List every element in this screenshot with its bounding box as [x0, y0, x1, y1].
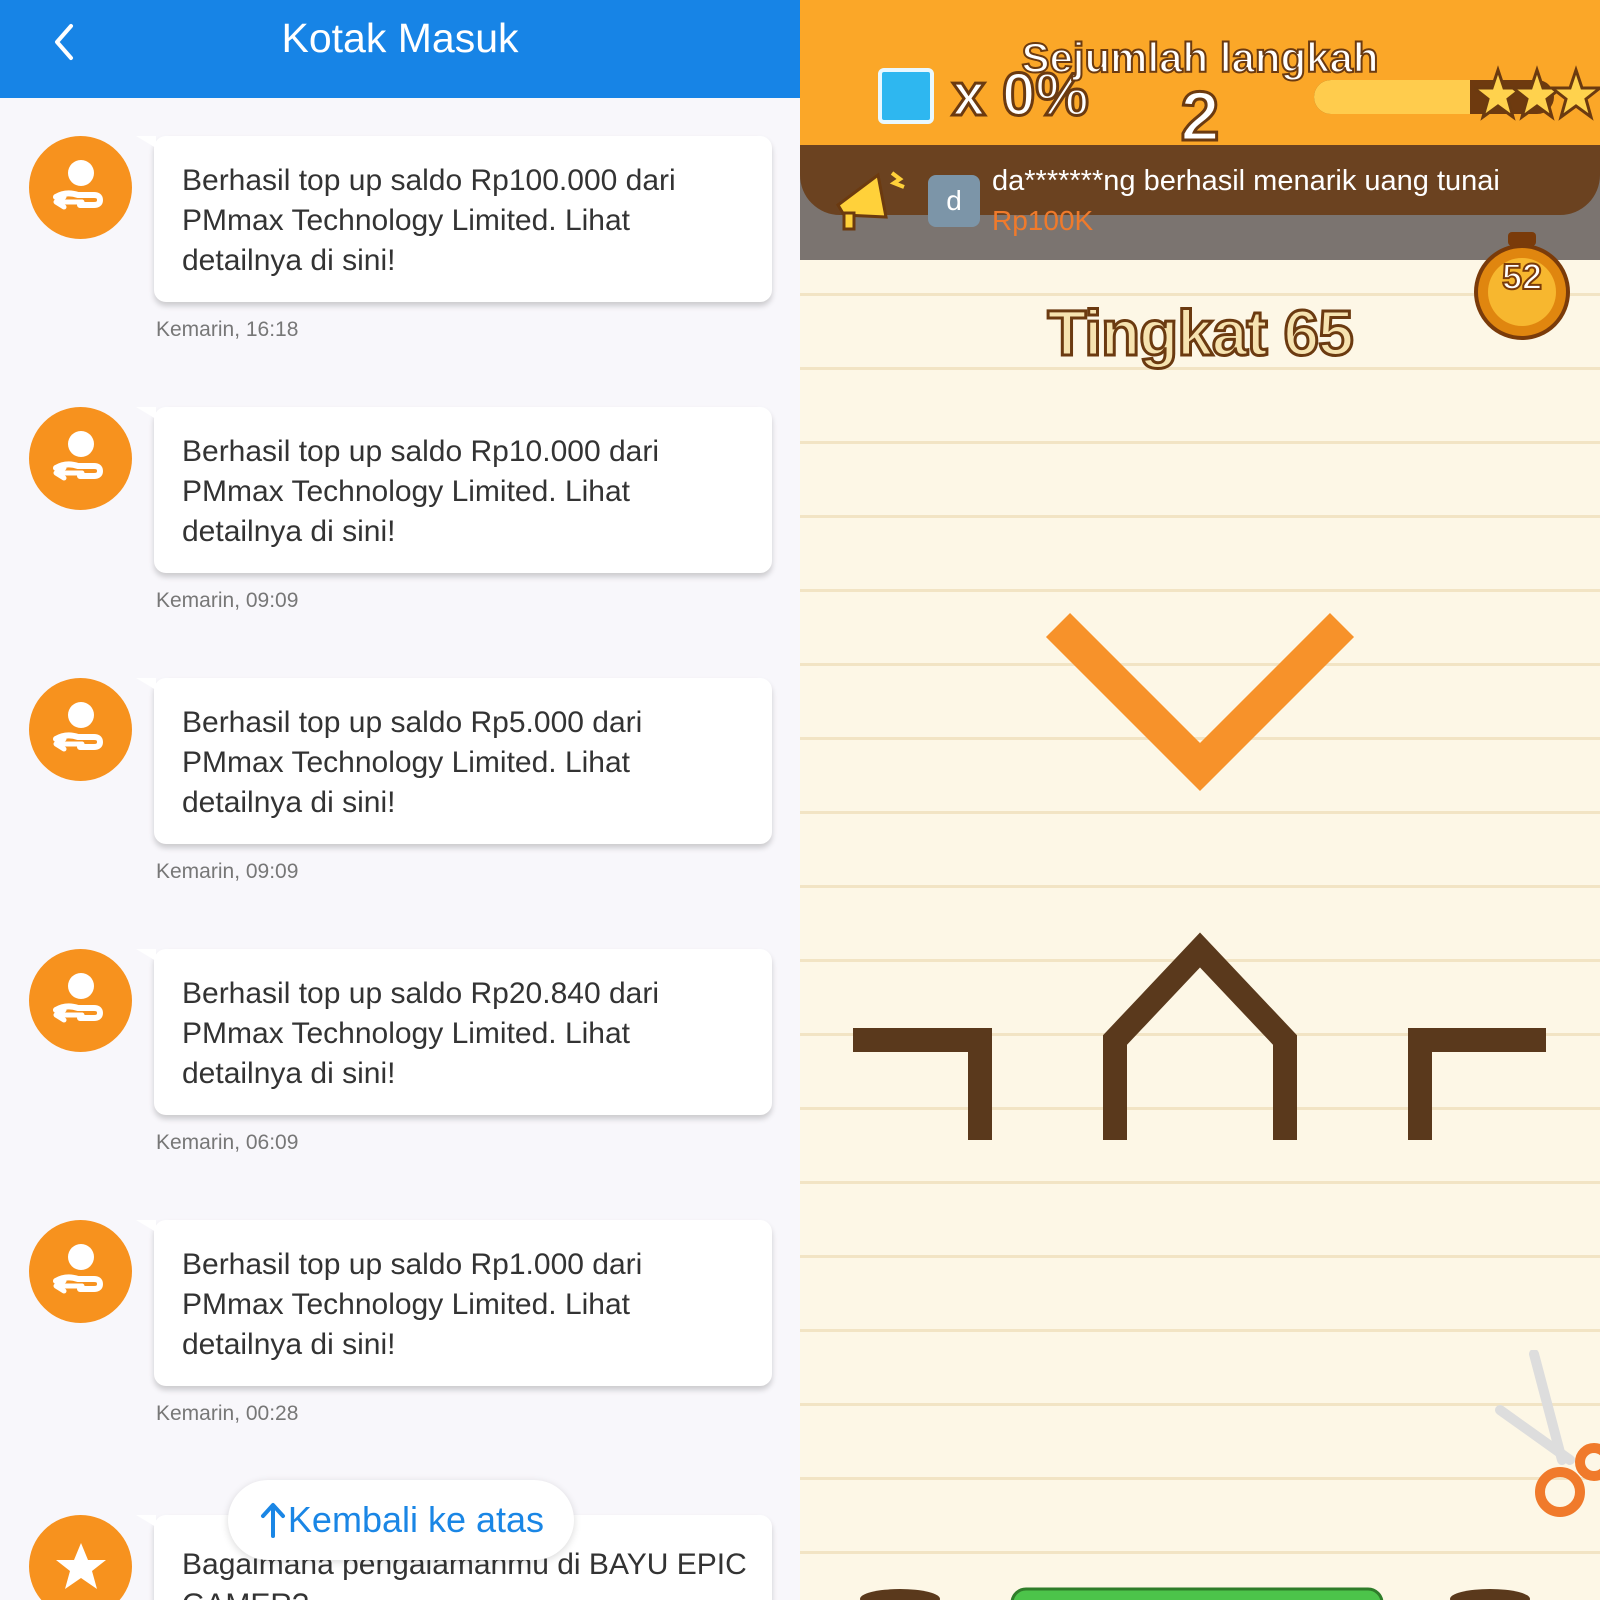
message-bubble[interactable]: Berhasil top up saldo Rp1.000 dari PMmax… [136, 1220, 772, 1386]
message-avatar [29, 949, 132, 1052]
list-item[interactable]: Berhasil top up saldo Rp100.000 dari PMm… [0, 98, 800, 348]
transfer-hand-icon [52, 972, 103, 1022]
scroll-to-top-label: Kembali ke atas [287, 1499, 545, 1540]
list-item[interactable]: Berhasil top up saldo Rp20.840 dari PMma… [0, 911, 800, 1161]
message-time: Kemarin, 09:09 [156, 589, 299, 612]
message-avatar [29, 407, 132, 510]
puzzle-board [853, 612, 1546, 1140]
scissors-icon[interactable] [1490, 1350, 1600, 1520]
inbox-panel: Kotak Masuk Berhasil top up saldo Rp100.… [0, 0, 800, 1600]
page-title: Kotak Masuk [281, 15, 519, 61]
transfer-hand-icon [52, 701, 103, 751]
inbox-header: Kotak Masuk [0, 0, 800, 98]
arrow-up-icon [260, 1503, 285, 1538]
message-bubble[interactable]: Berhasil top up saldo Rp5.000 dari PMmax… [136, 678, 772, 844]
message-avatar [29, 136, 132, 239]
message-avatar [29, 1220, 132, 1323]
active-chevron-piece[interactable] [1045, 612, 1355, 792]
transfer-hand-icon [52, 430, 103, 480]
transfer-hand-icon [52, 1243, 103, 1293]
message-bubble[interactable]: Berhasil top up saldo Rp10.000 dari PMma… [136, 407, 772, 573]
right-round-button[interactable] [1450, 1589, 1530, 1600]
left-corner-piece[interactable] [853, 1028, 992, 1140]
message-text: Berhasil top up saldo Rp5.000 dari PMmax… [182, 706, 643, 819]
message-time: Kemarin, 16:18 [156, 318, 299, 341]
message-time: Kemarin, 00:28 [156, 1402, 299, 1425]
list-item[interactable]: Berhasil top up saldo Rp5.000 dari PMmax… [0, 640, 800, 890]
list-item[interactable]: Berhasil top up saldo Rp10.000 dari PMma… [0, 369, 800, 619]
star-icon [55, 1542, 106, 1589]
message-avatar [29, 678, 132, 781]
message-time: Kemarin, 06:09 [156, 1131, 299, 1154]
message-text: Berhasil top up saldo Rp20.840 dari PMma… [182, 977, 659, 1090]
left-round-button[interactable] [860, 1589, 940, 1600]
list-item[interactable]: Berhasil top up saldo Rp1.000 dari PMmax… [0, 1182, 800, 1432]
rating-avatar [29, 1515, 132, 1600]
message-text: Berhasil top up saldo Rp100.000 dari PMm… [182, 164, 676, 277]
right-corner-piece[interactable] [1408, 1028, 1546, 1140]
bottom-buttons [860, 1587, 1530, 1600]
message-bubble[interactable]: Berhasil top up saldo Rp20.840 dari PMma… [136, 949, 772, 1115]
green-button[interactable] [1010, 1587, 1384, 1600]
message-text: Berhasil top up saldo Rp10.000 dari PMma… [182, 435, 659, 548]
house-roof-piece[interactable] [1103, 932, 1297, 1140]
transfer-hand-icon [52, 159, 103, 209]
message-text: Berhasil top up saldo Rp1.000 dari PMmax… [182, 1248, 643, 1361]
message-time: Kemarin, 09:09 [156, 860, 299, 883]
message-bubble[interactable]: Berhasil top up saldo Rp100.000 dari PMm… [136, 136, 772, 302]
game-panel: x 0% Sejumlah langkah 2 d da*******ng be… [800, 0, 1600, 1600]
scroll-to-top-button[interactable]: Kembali ke atas [228, 1480, 574, 1560]
